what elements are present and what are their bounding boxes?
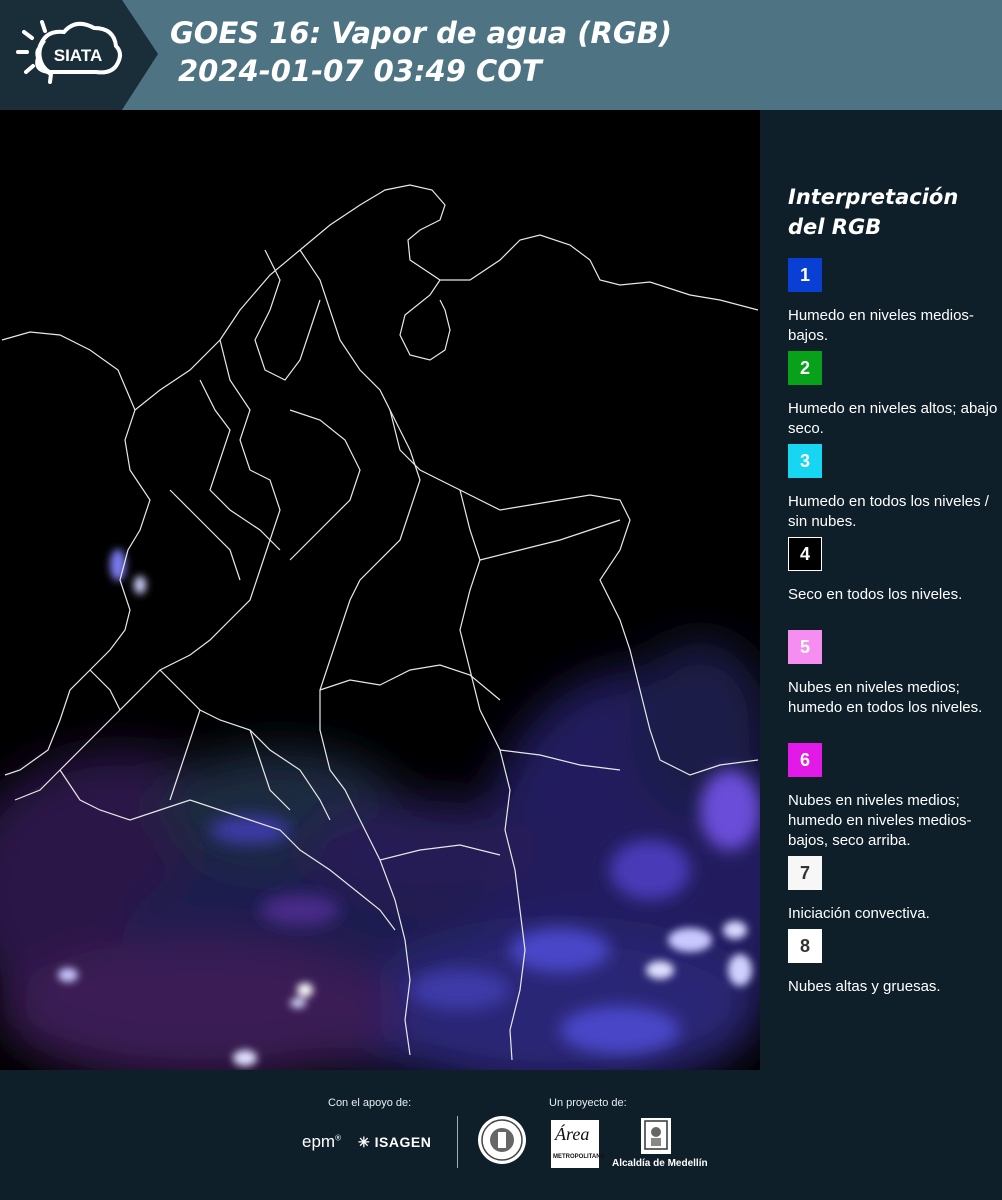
legend-label: Humedo en todos los niveles / sin nubes.	[788, 493, 989, 530]
area-logo-text: Área	[555, 1124, 590, 1144]
legend-number: 3	[799, 450, 810, 471]
logo-text: SIATA	[54, 46, 102, 65]
legend-number: 2	[799, 357, 810, 378]
title-line-1: GOES 16: Vapor de agua (RGB)	[170, 16, 673, 50]
antioquia-seal-icon	[478, 1116, 526, 1164]
legend-swatch-1: 1	[788, 258, 822, 292]
legend-swatch-5: 5	[788, 630, 822, 664]
legend-item-2: 2 Humedo en niveles altos; abajo seco.	[788, 351, 998, 439]
legend-swatch-7: 7	[788, 856, 822, 890]
legend-swatch-8: 8	[788, 929, 822, 963]
isagen-mark-icon: ✳	[358, 1134, 371, 1150]
legend-panel: Interpretación del RGB 1 Humedo en nivel…	[760, 110, 1002, 1070]
legend-label: Nubes altas y gruesas.	[788, 978, 941, 995]
legend-item-5: 5 Nubes en niveles medios; humedo en tod…	[788, 630, 998, 718]
header-bar: SIATA GOES 16: Vapor de agua (RGB) 2024-…	[0, 0, 1002, 110]
legend-title: Interpretación del RGB	[788, 185, 959, 239]
area-logo-subtext: METROPOLITANA	[553, 1154, 605, 1160]
legend-number: 8	[799, 935, 810, 956]
legend-item-3: 3 Humedo en todos los niveles / sin nube…	[788, 444, 998, 532]
title-line-2: 2024-01-07 03:49 COT	[178, 54, 542, 88]
legend-label: Nubes en niveles medios; humedo en todos…	[788, 679, 983, 716]
legend-label: Humedo en niveles altos; abajo seco.	[788, 400, 998, 437]
alcaldia-text: Alcaldía de Medellín	[612, 1158, 708, 1169]
legend-swatch-2: 2	[788, 351, 822, 385]
siata-logo: SIATA	[0, 0, 158, 110]
epm-logo: epm®	[302, 1132, 341, 1151]
medellin-shield-icon	[641, 1118, 671, 1154]
legend-item-4: 4 Seco en todos los niveles.	[788, 537, 998, 605]
legend-label: Seco en todos los niveles.	[788, 586, 963, 603]
legend-number: 4	[799, 543, 810, 564]
legend-label: Nubes en niveles medios; humedo en nivel…	[788, 792, 972, 849]
legend-item-1: 1 Humedo en niveles medios-bajos.	[788, 258, 998, 346]
epm-logo-text: epm	[302, 1132, 336, 1151]
legend-swatch-6: 6	[788, 743, 822, 777]
page-title: GOES 16: Vapor de agua (RGB) 2024-01-07 …	[170, 14, 672, 90]
legend-number: 7	[799, 862, 810, 883]
legend-number: 5	[799, 636, 810, 657]
legend-swatch-3: 3	[788, 444, 822, 478]
support-label: Con el apoyo de:	[328, 1097, 412, 1109]
legend-swatch-4: 4	[788, 537, 822, 571]
legend-number: 1	[799, 264, 810, 285]
footer-bar: Con el apoyo de: Un proyecto de: epm® ✳ …	[0, 1070, 1002, 1200]
isagen-logo-text: ISAGEN	[374, 1134, 432, 1150]
footer-divider	[457, 1116, 458, 1168]
legend-label: Iniciación convectiva.	[788, 905, 930, 922]
area-metropolitana-logo: Área METROPOLITANA	[551, 1120, 605, 1168]
legend-item-8: 8 Nubes altas y gruesas.	[788, 929, 998, 997]
legend-item-6: 6 Nubes en niveles medios; humedo en niv…	[788, 743, 998, 851]
satellite-map[interactable]	[0, 110, 761, 1070]
legend-number: 6	[799, 749, 810, 770]
legend-item-7: 7 Iniciación convectiva.	[788, 856, 998, 924]
satellite-map-svg	[0, 110, 760, 1070]
isagen-logo: ✳ ISAGEN	[358, 1134, 431, 1151]
project-label: Un proyecto de:	[549, 1097, 627, 1109]
legend-label: Humedo en niveles medios-bajos.	[788, 307, 974, 344]
